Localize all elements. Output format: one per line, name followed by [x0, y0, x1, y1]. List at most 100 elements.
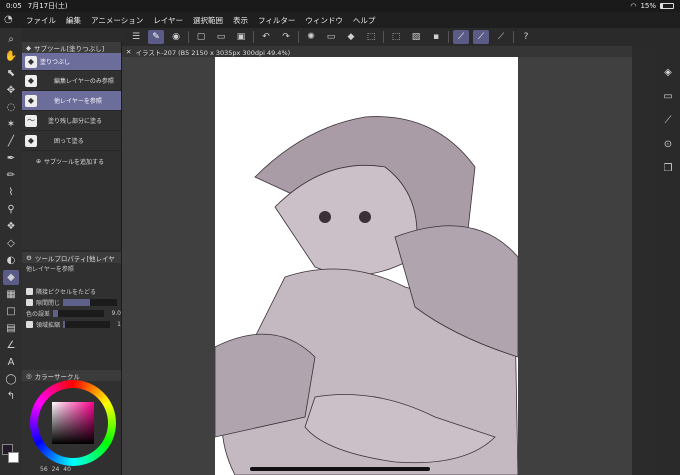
- pen-icon[interactable]: ✒: [3, 151, 19, 166]
- prop-label: 色の誤差: [26, 311, 51, 318]
- subtool-item-close-gap[interactable]: 〜 塗り残し部分に塗る: [22, 111, 121, 131]
- pencil-icon[interactable]: ✏: [3, 168, 19, 183]
- new-file-icon[interactable]: ▢: [193, 30, 209, 44]
- operation-icon[interactable]: ⬉: [3, 66, 19, 81]
- airbrush-icon[interactable]: ⚲: [3, 202, 19, 217]
- balloon-icon[interactable]: ◯: [3, 372, 19, 387]
- deselect-icon[interactable]: ⬚: [388, 30, 404, 44]
- hamburger-menu-icon[interactable]: ☰: [128, 30, 144, 44]
- tool-property-panel: ⚙ ツールプロパティ[他レイヤ 他レイヤーを参照 隣接ピクセルをたどる 隙間閉じ…: [22, 252, 122, 370]
- clip-studio-logo-icon[interactable]: ◔: [4, 14, 16, 26]
- prop-area-scaling[interactable]: 領域拡縮 1: [22, 319, 121, 330]
- edit-mode-icon[interactable]: ✎: [148, 30, 164, 44]
- menu-layer[interactable]: レイヤー: [153, 15, 183, 26]
- close-gap-slider[interactable]: [63, 299, 117, 306]
- subtitle-text: 他レイヤーを参照: [26, 266, 74, 273]
- gradient-icon[interactable]: ▦: [3, 287, 19, 302]
- hand-icon[interactable]: ✋: [3, 49, 19, 64]
- menu-filter[interactable]: フィルター: [258, 15, 295, 26]
- checkbox[interactable]: [26, 321, 33, 328]
- area-scaling-slider[interactable]: [63, 321, 111, 328]
- eyedropper-icon[interactable]: ╱: [3, 134, 19, 149]
- snap-grid-icon[interactable]: ⟋: [493, 30, 509, 44]
- transform-icon[interactable]: ⬚: [363, 30, 379, 44]
- menu-animation[interactable]: アニメーション: [91, 15, 143, 26]
- checkbox[interactable]: [26, 299, 33, 306]
- blend-icon[interactable]: ◐: [3, 253, 19, 268]
- subtool-item-label: 塗り残し部分に塗る: [48, 118, 103, 125]
- save-icon[interactable]: ▣: [233, 30, 249, 44]
- subtool-item-refer-other-layers[interactable]: ◆ 他レイヤーを参照: [22, 91, 121, 111]
- close-tab-icon[interactable]: ✕: [126, 48, 131, 56]
- frame-icon[interactable]: ▤: [3, 321, 19, 336]
- prop-color-margin[interactable]: 色の誤差 9.0: [22, 308, 121, 319]
- invert-selection-icon[interactable]: ▨: [408, 30, 424, 44]
- status-date: 7月17日(土): [27, 2, 68, 10]
- eraser-icon[interactable]: ◇: [3, 236, 19, 251]
- zoom-icon[interactable]: ⌕: [3, 32, 19, 47]
- brush-size-icon[interactable]: ⟋: [660, 112, 676, 128]
- menu-view[interactable]: 表示: [233, 15, 248, 26]
- help-icon[interactable]: ?: [518, 30, 534, 44]
- wand-icon[interactable]: ✶: [3, 117, 19, 132]
- add-subtool-button[interactable]: ⊕ サブツールを追加する: [22, 151, 121, 171]
- correct-line-icon[interactable]: ↰: [3, 389, 19, 404]
- color-margin-slider[interactable]: [53, 310, 105, 317]
- ios-status-bar: 0:05 7月17日(土) ◠ 15%: [0, 0, 680, 12]
- snap-ruler-icon[interactable]: ⟋: [453, 30, 469, 44]
- prop-value: 1: [117, 321, 121, 328]
- color-wheel-icon: ◎: [26, 371, 32, 380]
- material-icon[interactable]: ❒: [660, 160, 676, 176]
- fill-bucket-icon: ◆: [25, 74, 37, 87]
- saturation-value-square[interactable]: [52, 402, 94, 444]
- decoration-icon[interactable]: ❖: [3, 219, 19, 234]
- subtool-item-enclose-fill[interactable]: ◆ 囲って塗る: [22, 131, 121, 151]
- color-value-3: 40: [63, 466, 71, 473]
- fill-tool-icon[interactable]: ◆: [3, 270, 19, 285]
- battery-icon: [660, 3, 674, 9]
- toolbar-divider: [298, 31, 299, 43]
- ruler-icon[interactable]: ∠: [3, 338, 19, 353]
- brush-stroke-icon: 〜: [25, 114, 37, 127]
- search-layer-icon[interactable]: ⊙: [660, 136, 676, 152]
- loading-icon[interactable]: ✺: [303, 30, 319, 44]
- fill-bucket-icon: ◆: [25, 134, 37, 147]
- redo-icon[interactable]: ↷: [278, 30, 294, 44]
- move-icon[interactable]: ✥: [3, 83, 19, 98]
- layers-icon[interactable]: ◈: [660, 64, 676, 80]
- menu-help[interactable]: ヘルプ: [353, 15, 376, 26]
- snap-special-ruler-icon[interactable]: ⟋: [473, 30, 489, 44]
- checkbox[interactable]: [26, 288, 33, 295]
- color-circle[interactable]: [30, 380, 116, 466]
- selection-mask-icon[interactable]: ▪: [428, 30, 444, 44]
- lasso-icon[interactable]: ◌: [3, 100, 19, 115]
- fill-bucket-icon: ◆: [26, 43, 31, 52]
- toolbar-divider: [513, 31, 514, 43]
- undo-icon[interactable]: ↶: [258, 30, 274, 44]
- menu-file[interactable]: ファイル: [26, 15, 56, 26]
- prop-adjacent-pixels[interactable]: 隣接ピクセルをたどる: [22, 286, 121, 297]
- menu-edit[interactable]: 編集: [66, 15, 81, 26]
- menu-selection[interactable]: 選択範囲: [193, 15, 223, 26]
- fill-bucket-icon: ◆: [25, 94, 37, 107]
- prop-close-gap[interactable]: 隙間閉じ: [22, 297, 121, 308]
- toolbar-divider: [188, 31, 189, 43]
- sub-color-swatch[interactable]: [8, 452, 19, 463]
- subtool-panel: ◆ サブツール[塗りつぶし] ◆ 塗りつぶし ◆ 編集レイヤーのみ参照 ◆ 他レ…: [22, 42, 122, 250]
- assist-icon[interactable]: ◉: [168, 30, 184, 44]
- subtool-item-edit-layer-only[interactable]: ◆ 編集レイヤーのみ参照: [22, 71, 121, 91]
- subtool-item-fill-group[interactable]: ◆ 塗りつぶし: [22, 53, 121, 71]
- command-bar: ☰ ✎ ◉ ▢ ▭ ▣ ↶ ↷ ✺ ▭ ◆ ⬚ ⬚ ▨ ▪ ⟋ ⟋ ⟋ ?: [122, 28, 680, 46]
- fill-icon[interactable]: ◆: [343, 30, 359, 44]
- menu-window[interactable]: ウィンドウ: [305, 15, 343, 26]
- wifi-icon: ◠: [630, 2, 637, 10]
- canvas-tab[interactable]: ✕ イラスト-207 (B5 2150 x 3035px 300dpi 49.4…: [122, 46, 632, 57]
- figure-icon[interactable]: □: [3, 304, 19, 319]
- clear-icon[interactable]: ▭: [323, 30, 339, 44]
- eye-left: [319, 211, 331, 223]
- navigator-icon[interactable]: ▭: [660, 88, 676, 104]
- open-folder-icon[interactable]: ▭: [213, 30, 229, 44]
- brush-icon[interactable]: ⌇: [3, 185, 19, 200]
- canvas-paper[interactable]: [215, 57, 518, 475]
- text-icon[interactable]: A: [3, 355, 19, 370]
